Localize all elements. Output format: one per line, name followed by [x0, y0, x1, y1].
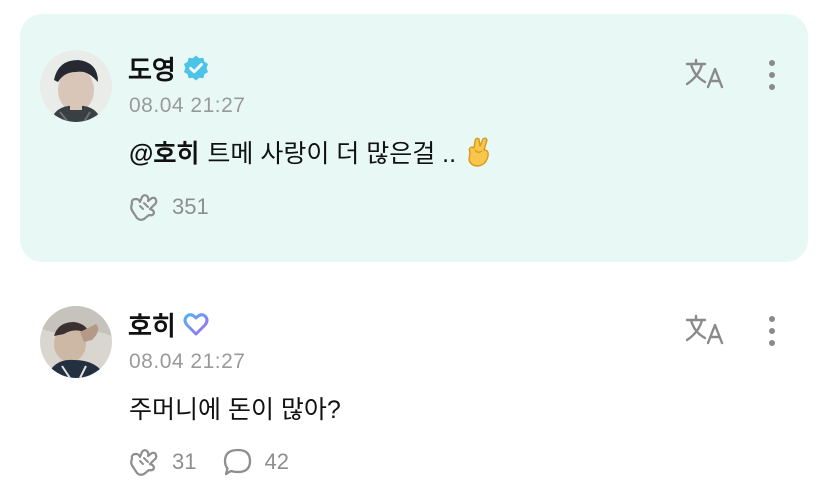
author-name[interactable]: 도영 [128, 51, 210, 85]
post-content: @호히 트메 사랑이 더 많은걸 .. [129, 134, 492, 170]
more-vertical-icon [769, 60, 775, 90]
avatar[interactable] [40, 306, 112, 378]
translate-button[interactable] [684, 56, 728, 92]
like-button[interactable]: 351 [128, 192, 209, 222]
like-count: 351 [172, 194, 209, 219]
heart-hands-icon [130, 449, 158, 476]
more-vertical-icon [769, 316, 775, 346]
verified-check-icon [182, 54, 210, 82]
post-text: 주머니에 돈이 많아? [129, 396, 341, 424]
post-text: 트메 사랑이 더 많은걸 .. [207, 140, 457, 168]
comment-count: 42 [264, 449, 289, 474]
post-actions: 351 [128, 190, 235, 224]
translate-button[interactable] [684, 312, 728, 348]
translate-icon [685, 58, 724, 89]
post-timestamp: 08.04 21:27 [129, 350, 246, 373]
mention-link[interactable]: @호히 [129, 134, 199, 170]
post-actions: 31 42 [128, 445, 315, 479]
translate-icon [685, 314, 724, 345]
post-content: 주머니에 돈이 많아? [129, 390, 341, 426]
like-button[interactable]: 31 [128, 447, 196, 477]
more-options-button[interactable] [760, 55, 784, 95]
author-name[interactable]: 호히 [128, 307, 210, 341]
more-options-button[interactable] [760, 311, 784, 351]
author-label: 호히 [128, 310, 176, 341]
like-count: 31 [172, 449, 197, 474]
avatar[interactable] [40, 50, 112, 122]
heart-outline-icon [182, 310, 210, 338]
crossed-fingers-heart-icon [464, 136, 492, 168]
comment-thread: 도영 08.04 21:27 @호히 트메 사랑이 더 많은걸 .. 351 호… [0, 0, 828, 498]
comment-bubble-icon [224, 448, 252, 476]
post-timestamp: 08.04 21:27 [129, 94, 246, 117]
author-label: 도영 [128, 54, 176, 85]
comment-button[interactable]: 42 [222, 447, 289, 477]
heart-hands-icon [130, 194, 158, 221]
